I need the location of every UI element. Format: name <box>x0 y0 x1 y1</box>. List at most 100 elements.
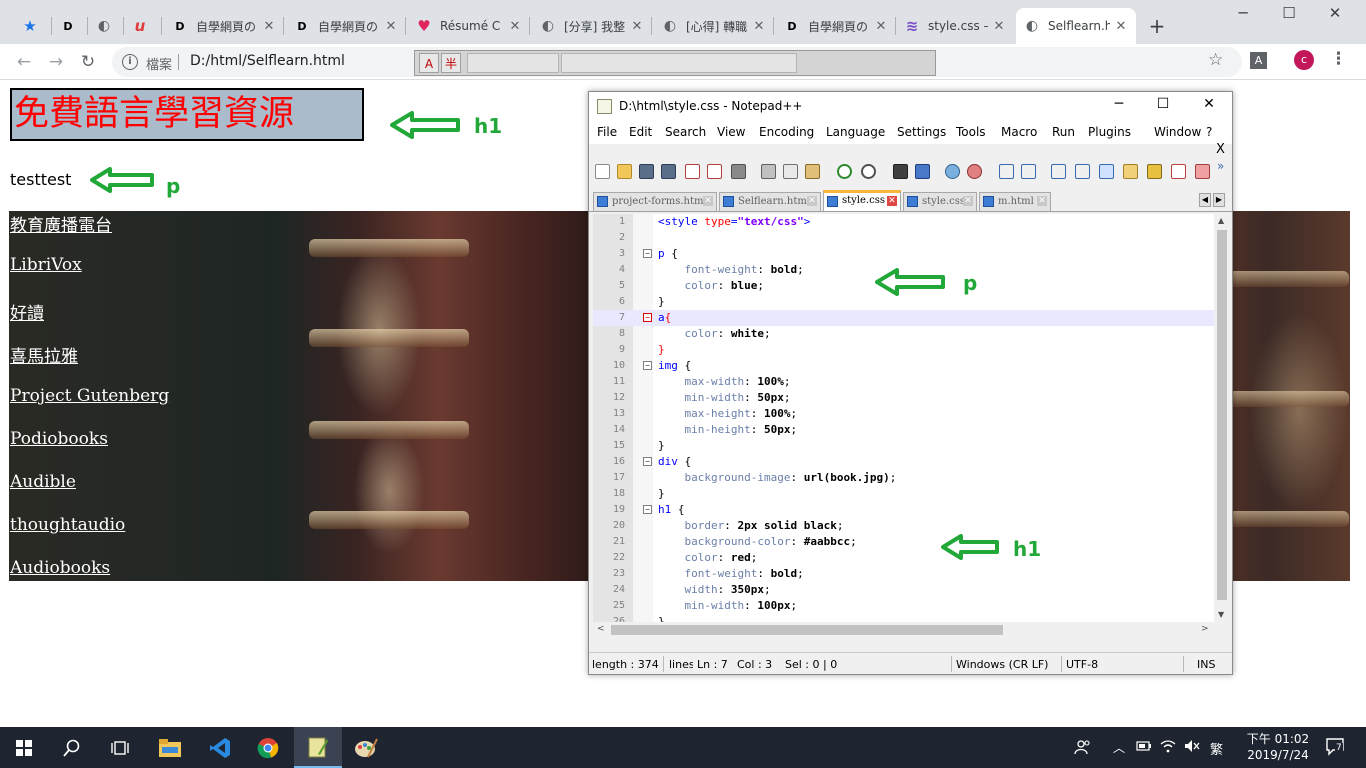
redo-icon[interactable] <box>861 164 876 179</box>
code-line[interactable]: 17 background-image: url(book.jpg); <box>593 470 1214 486</box>
profile-avatar[interactable]: c <box>1294 50 1314 70</box>
code-line[interactable]: 24 width: 350px; <box>593 582 1214 598</box>
code-line[interactable]: 18} <box>593 486 1214 502</box>
scrollbar-thumb[interactable] <box>1217 230 1227 600</box>
wifi-icon[interactable] <box>1160 739 1176 757</box>
link-item[interactable]: Audible <box>10 472 76 492</box>
code-line[interactable]: 14 min-height: 50px; <box>593 422 1214 438</box>
code-line[interactable]: 25 min-width: 100px; <box>593 598 1214 614</box>
link-item[interactable]: 好讀 <box>10 299 44 324</box>
link-item[interactable]: 喜馬拉雅 <box>10 342 78 367</box>
menu-tools[interactable]: Tools <box>956 125 986 139</box>
undo-icon[interactable] <box>837 164 852 179</box>
browser-tab-pinned-u[interactable]: u <box>124 8 162 44</box>
menu-search[interactable]: Search <box>665 125 706 139</box>
code-line[interactable]: 10 − img { <box>593 358 1214 374</box>
tab-close-icon[interactable]: ✕ <box>384 19 398 34</box>
notepad-close-button[interactable]: ✕ <box>1195 96 1223 112</box>
fold-toggle-icon[interactable]: − <box>643 457 652 466</box>
menu-window[interactable]: Window <box>1154 125 1201 139</box>
show-hidden-icons-icon[interactable]: ︿ <box>1113 739 1125 756</box>
file-tab-style-css[interactable]: style.css ✕ <box>903 192 977 211</box>
tab-close-icon[interactable]: ✕ <box>874 19 888 34</box>
tab-close-icon[interactable]: ✕ <box>807 196 817 206</box>
tab-close-icon[interactable]: ✕ <box>1037 196 1047 206</box>
tab-close-icon[interactable]: ✕ <box>752 19 766 34</box>
tab-close-icon[interactable]: ✕ <box>630 19 644 34</box>
code-line[interactable]: 15} <box>593 438 1214 454</box>
action-center-button[interactable]: 7 <box>1326 737 1346 761</box>
window-close-button[interactable]: ✕ <box>1312 4 1358 22</box>
new-file-icon[interactable] <box>595 164 610 179</box>
menu-encoding[interactable]: Encoding <box>759 125 814 139</box>
file-tab-selflearn[interactable]: Selflearn.html ✕ <box>719 192 821 211</box>
task-view-button[interactable] <box>96 727 144 768</box>
code-line[interactable]: 1 <style type="text/css"> <box>593 214 1214 230</box>
indent-guide-icon[interactable] <box>1099 164 1114 179</box>
link-item[interactable]: LibriVox <box>10 255 82 275</box>
tab-close-icon[interactable]: ✕ <box>262 19 276 34</box>
code-line[interactable]: 11 max-width: 100%; <box>593 374 1214 390</box>
fold-toggle-icon[interactable]: − <box>643 361 652 370</box>
taskbar-vscode[interactable] <box>196 727 244 768</box>
scroll-left-icon[interactable]: < <box>597 624 605 634</box>
code-line[interactable]: 6} <box>593 294 1214 310</box>
code-line[interactable]: 22 color: red; <box>593 550 1214 566</box>
menu-macro[interactable]: Macro <box>1001 125 1037 139</box>
info-icon[interactable]: i <box>122 54 138 70</box>
browser-tab-6[interactable]: ♥ Résumé C ✕ <box>408 8 530 44</box>
tab-close-icon[interactable]: ✕ <box>508 19 522 34</box>
people-icon[interactable] <box>1074 739 1092 759</box>
find-icon[interactable] <box>893 164 908 179</box>
extension-icon[interactable]: A <box>1250 52 1267 69</box>
code-line[interactable]: 19 − h1 { <box>593 502 1214 518</box>
open-file-icon[interactable] <box>617 164 632 179</box>
code-line[interactable]: 23 font-weight: bold; <box>593 566 1214 582</box>
user-language-icon[interactable] <box>1123 164 1138 179</box>
browser-tab-7[interactable]: ◐ [分享] 我整 ✕ <box>532 8 652 44</box>
menu-plugins[interactable]: Plugins <box>1088 125 1131 139</box>
volume-muted-icon[interactable] <box>1184 739 1200 757</box>
tab-close-icon[interactable]: ✕ <box>703 196 713 206</box>
start-button[interactable] <box>0 727 48 768</box>
browser-tab-5[interactable]: D 自學網頁の ✕ <box>286 8 406 44</box>
doc-map-icon[interactable] <box>1147 164 1162 179</box>
url-text[interactable]: D:/html/Selflearn.html <box>190 53 345 69</box>
fold-toggle-icon[interactable]: − <box>643 505 652 514</box>
copy-icon[interactable] <box>783 164 798 179</box>
forward-button[interactable]: → <box>44 50 68 74</box>
scroll-up-icon[interactable]: ▲ <box>1218 216 1224 225</box>
menu-edit[interactable]: Edit <box>629 125 652 139</box>
code-line[interactable]: 12 min-width: 50px; <box>593 390 1214 406</box>
tab-close-icon[interactable]: ✕ <box>887 196 897 206</box>
taskbar-chrome[interactable] <box>244 727 292 768</box>
show-all-chars-icon[interactable] <box>1075 164 1090 179</box>
new-tab-button[interactable]: + <box>1145 14 1169 38</box>
tab-close-icon[interactable]: ✕ <box>963 196 973 206</box>
notepad-minimize-button[interactable]: ─ <box>1105 96 1133 112</box>
save-icon[interactable] <box>639 164 654 179</box>
cut-icon[interactable] <box>761 164 776 179</box>
battery-icon[interactable] <box>1136 739 1152 757</box>
link-item[interactable]: thoughtaudio <box>10 515 125 535</box>
menu-settings[interactable]: Settings <box>897 125 946 139</box>
link-item[interactable]: 教育廣播電台 <box>10 211 112 236</box>
print-icon[interactable] <box>731 164 746 179</box>
window-maximize-button[interactable]: ☐ <box>1266 4 1312 22</box>
save-all-icon[interactable] <box>661 164 676 179</box>
folder-workspace-icon[interactable] <box>1195 164 1210 179</box>
browser-tab-pinned-globe[interactable]: ◐ <box>88 8 124 44</box>
replace-icon[interactable] <box>915 164 930 179</box>
file-tab-m-html[interactable]: m.html ✕ <box>979 192 1051 211</box>
tab-close-icon[interactable]: ✕ <box>1114 19 1128 34</box>
link-item[interactable]: Podiobooks <box>10 429 108 449</box>
tab-scroll-right-icon[interactable]: ▶ <box>1213 193 1225 207</box>
bookmark-star-icon[interactable]: ☆ <box>1208 50 1223 70</box>
code-line[interactable]: 7 − a{ <box>593 310 1214 326</box>
browser-tab-9[interactable]: D 自學網頁の ✕ <box>776 8 896 44</box>
browser-tab-8[interactable]: ◐ [心得] 轉職 ✕ <box>654 8 774 44</box>
sync-horizontal-icon[interactable] <box>1021 164 1036 179</box>
taskbar-notepad-plus-plus[interactable] <box>294 727 342 768</box>
code-line[interactable]: 9} <box>593 342 1214 358</box>
zoom-out-icon[interactable] <box>967 164 982 179</box>
